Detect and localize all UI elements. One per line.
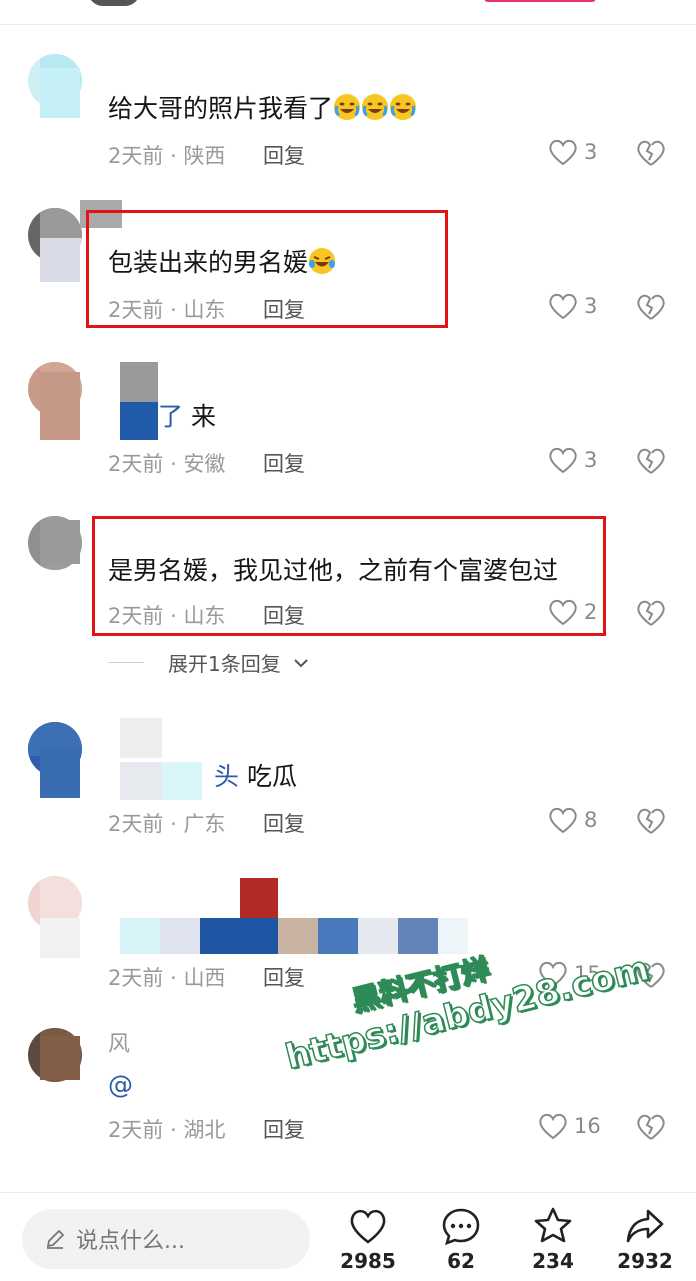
blurred-area <box>278 918 318 954</box>
heart-icon <box>549 293 577 320</box>
comment-text: 了 来 <box>158 402 216 431</box>
reply-button[interactable]: 回复 <box>263 448 305 478</box>
comment-meta: 2天前 · 陕西 <box>108 144 226 168</box>
comment-bubble-icon <box>442 1208 480 1246</box>
blurred-area <box>120 718 162 758</box>
broken-heart-icon[interactable] <box>636 446 666 476</box>
like-count: 16 <box>574 1114 601 1138</box>
crying-laughing-emoji-icon <box>334 94 361 120</box>
comment-text: @ <box>108 1070 133 1099</box>
like-action-count: 2985 <box>340 1249 396 1273</box>
comment-meta: 2天前 · 广东 <box>108 812 226 836</box>
like-button[interactable]: 16 <box>538 1112 601 1140</box>
avatar[interactable] <box>88 0 140 6</box>
top-bar <box>0 0 696 25</box>
blurred-area <box>358 918 398 954</box>
highlight-box <box>92 516 606 636</box>
blurred-area <box>40 372 80 440</box>
heart-icon <box>549 447 577 474</box>
reply-button[interactable]: 回复 <box>263 1114 305 1144</box>
comment-input[interactable]: 说点什么... <box>22 1209 310 1269</box>
blurred-area <box>120 402 158 440</box>
blurred-area <box>398 918 438 954</box>
broken-heart-icon[interactable] <box>636 1112 666 1142</box>
comment-text: 给大哥的照片我看了 <box>108 92 417 126</box>
like-count: 3 <box>584 294 598 318</box>
comment-text: 头 吃瓜 <box>214 762 297 791</box>
blurred-area <box>200 918 278 954</box>
reply-button[interactable]: 回复 <box>263 808 305 838</box>
chevron-down-icon <box>294 658 308 667</box>
like-button[interactable]: 3 <box>548 446 597 474</box>
crying-laughing-emoji-icon <box>362 94 389 120</box>
broken-heart-icon[interactable] <box>636 138 666 168</box>
blurred-area <box>162 762 202 800</box>
broken-heart-icon[interactable] <box>636 806 666 836</box>
like-count: 3 <box>584 448 598 472</box>
divider <box>108 662 144 663</box>
crying-laughing-emoji-icon <box>390 94 417 120</box>
star-icon <box>534 1207 572 1243</box>
blurred-area <box>318 918 358 954</box>
blurred-area <box>240 878 278 918</box>
blurred-area <box>40 748 80 798</box>
favorite-action-count: 234 <box>532 1249 574 1273</box>
blurred-area <box>40 1036 80 1080</box>
comment-meta: 2天前 · 安徽 <box>108 452 226 476</box>
like-button[interactable]: 3 <box>548 138 597 166</box>
blurred-area <box>40 520 80 564</box>
blurred-area <box>40 68 80 118</box>
heart-icon <box>350 1209 386 1244</box>
blurred-area <box>40 238 80 282</box>
comment-input-placeholder: 说点什么... <box>76 1229 185 1254</box>
reply-button[interactable]: 回复 <box>263 140 305 170</box>
comment-action[interactable]: 62 <box>426 1205 496 1273</box>
share-action-count: 2932 <box>617 1249 673 1273</box>
pencil-icon <box>46 1229 65 1249</box>
heart-icon <box>539 1113 567 1140</box>
reply-button[interactable]: 回复 <box>263 962 305 992</box>
share-action[interactable]: 2932 <box>610 1205 680 1273</box>
blurred-area <box>40 918 80 958</box>
favorite-action[interactable]: 234 <box>518 1205 588 1273</box>
like-action[interactable]: 2985 <box>333 1205 403 1273</box>
blurred-area <box>438 918 468 954</box>
blurred-area <box>120 362 158 402</box>
broken-heart-icon[interactable] <box>636 598 666 628</box>
like-button[interactable]: 3 <box>548 292 597 320</box>
bottom-action-bar: 说点什么... 2985 62 234 2932 <box>0 1192 696 1281</box>
broken-heart-icon[interactable] <box>636 292 666 322</box>
heart-icon <box>549 807 577 834</box>
comment-action-count: 62 <box>447 1249 475 1273</box>
comment-meta: 2天前 · 湖北 <box>108 1118 226 1142</box>
like-count: 8 <box>584 808 598 832</box>
heart-icon <box>549 139 577 166</box>
share-arrow-icon <box>626 1209 664 1243</box>
expand-replies-button[interactable]: 展开1条回复 <box>108 648 309 677</box>
follow-button[interactable] <box>484 0 596 2</box>
like-button[interactable]: 8 <box>548 806 597 834</box>
blurred-area <box>160 918 200 954</box>
comment-meta: 2天前 · 山西 <box>108 966 226 990</box>
blurred-area <box>120 762 162 800</box>
highlight-box <box>86 210 448 328</box>
commenter-name: 风 <box>108 1032 131 1057</box>
like-count: 3 <box>584 140 598 164</box>
expand-replies-label: 展开1条回复 <box>168 652 281 676</box>
blurred-area <box>120 918 160 954</box>
